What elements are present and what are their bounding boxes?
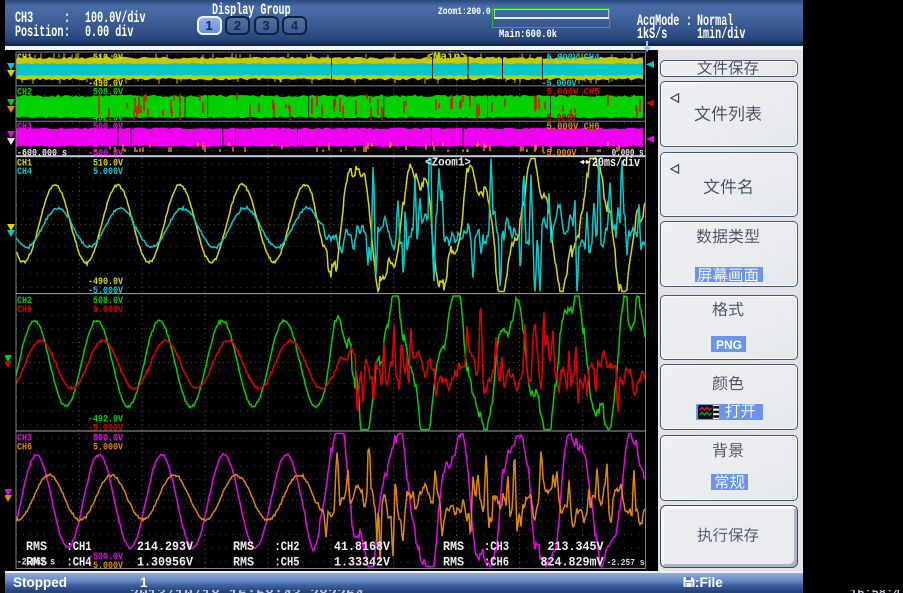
svg-text:510.0V: 510.0V: [93, 52, 124, 64]
svg-text:5.000V: 5.000V: [93, 166, 124, 178]
svg-text:1.30956V: 1.30956V: [137, 554, 193, 569]
svg-text:824.829mV: 824.829mV: [541, 554, 604, 569]
svg-text::CH1: :CH1: [67, 539, 92, 554]
svg-text:CH1: CH1: [17, 52, 32, 64]
svg-text:CH3: CH3: [17, 121, 32, 133]
svg-text:5.000V: 5.000V: [93, 304, 124, 316]
svg-text:508.0V: 508.0V: [93, 86, 124, 98]
svg-text:214.293V: 214.293V: [137, 539, 193, 554]
svg-text:-2.257 s: -2.257 s: [607, 557, 645, 568]
svg-text:RMS: RMS: [443, 539, 464, 554]
svg-text:RMS: RMS: [26, 554, 47, 569]
svg-text:<Zoom1>: <Zoom1>: [425, 155, 471, 169]
svg-text:RMS: RMS: [233, 539, 254, 554]
svg-text:5.000V CH5: 5.000V CH5: [547, 86, 600, 98]
svg-text:CH5: CH5: [17, 304, 32, 316]
svg-text:1.33342V: 1.33342V: [334, 554, 390, 569]
svg-text:5.000V: 5.000V: [93, 441, 124, 453]
svg-text::CH3: :CH3: [484, 539, 509, 554]
svg-text:CH4: CH4: [17, 166, 32, 178]
svg-text::CH5: :CH5: [275, 554, 300, 569]
svg-text:5.000V CH6: 5.000V CH6: [547, 121, 600, 133]
svg-text:RMS: RMS: [26, 539, 47, 554]
svg-text:RMS: RMS: [233, 554, 254, 569]
svg-text:41.8168V: 41.8168V: [334, 539, 390, 554]
svg-text:RMS: RMS: [443, 554, 464, 569]
svg-text:5.000V CH4: 5.000V CH4: [547, 52, 600, 64]
svg-text:CH2: CH2: [17, 86, 32, 98]
svg-text:20ms/div: 20ms/div: [592, 155, 640, 170]
svg-text::CH6: :CH6: [484, 554, 509, 569]
svg-text::CH4: :CH4: [67, 554, 92, 569]
svg-text:213.345V: 213.345V: [548, 539, 604, 554]
svg-text:500.0V: 500.0V: [93, 121, 124, 133]
svg-text:CH6: CH6: [17, 441, 32, 453]
svg-text::CH2: :CH2: [275, 539, 300, 554]
svg-text:-5.000V: -5.000V: [88, 560, 124, 572]
svg-text:-5.000V: -5.000V: [542, 147, 578, 159]
